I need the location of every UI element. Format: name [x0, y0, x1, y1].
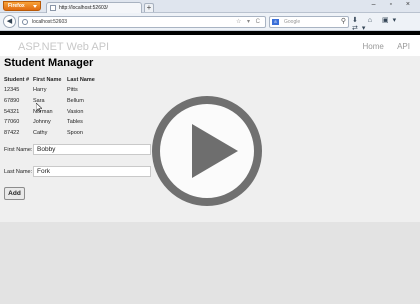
first-name-label: First Name:: [4, 147, 33, 153]
column-header: First Name: [33, 77, 62, 83]
table-cell: Pitts: [67, 87, 78, 94]
firefox-menu-label: Firefox: [8, 3, 25, 9]
table-row: 67890 Sara Bellum: [4, 96, 103, 107]
first-name-field[interactable]: Bobby: [33, 144, 151, 155]
mouse-pointer-icon: [36, 103, 42, 112]
last-name-label: Last Name:: [4, 169, 33, 175]
table-cell: Vasion: [67, 108, 84, 115]
table-row: 54321 Norman Vasion: [4, 106, 103, 117]
column-header: Last Name: [67, 77, 95, 83]
table-cell: 77060: [4, 119, 20, 126]
play-icon[interactable]: [150, 94, 264, 208]
page-footer-area: [0, 222, 420, 304]
table-header-row: Student # First Name Last Name: [4, 75, 103, 85]
nav-link-api[interactable]: API: [397, 42, 410, 51]
table-cell: Harry: [33, 87, 47, 94]
magnifier-icon[interactable]: ⚲: [341, 17, 346, 27]
students-table: Student # First Name Last Name 12345 Har…: [4, 75, 103, 138]
site-title[interactable]: ASP.NET Web API: [18, 41, 109, 53]
google-icon: 8: [272, 19, 279, 25]
last-name-field[interactable]: Fork: [33, 166, 151, 177]
table-row: 87422 Cathy Spoon: [4, 128, 103, 139]
site-nav: Home API: [352, 42, 410, 51]
table-cell: Spoon: [67, 130, 83, 137]
site-header: ASP.NET Web API Home API: [0, 35, 420, 56]
table-cell: Tables: [67, 119, 83, 126]
table-cell: 67890: [4, 98, 20, 105]
column-header: Student #: [4, 77, 30, 83]
table-cell: 12345: [4, 87, 20, 94]
browser-tab-strip: Firefox http://localhost:52603/ + – ▫ ×: [0, 0, 420, 13]
chevron-down-icon: [33, 5, 37, 8]
page-favicon-icon: [50, 5, 56, 11]
tab-title: http://localhost:52603/: [59, 5, 108, 11]
table-row: 77060 Johnny Tables: [4, 117, 103, 128]
address-url: localhost:52603: [32, 19, 68, 25]
new-tab-button[interactable]: +: [144, 3, 154, 12]
table-row: 12345 Harry Pitts: [4, 85, 103, 96]
browser-navigation-bar: ◀ localhost:52603 ☆ ▾ C 8 Google ⚲ ⬇ ⌂ ▣…: [0, 13, 420, 32]
table-cell: 54321: [4, 108, 20, 115]
browser-toolbar-icons[interactable]: ⬇ ⌂ ▣▾ ⇄▾: [352, 16, 420, 32]
firefox-menu-button[interactable]: Firefox: [3, 1, 41, 11]
address-bar-icons[interactable]: ☆ ▾ C: [236, 17, 262, 27]
search-placeholder: Google: [284, 19, 301, 25]
page-title: Student Manager: [4, 57, 94, 69]
table-cell: Johnny: [33, 119, 51, 126]
nav-link-home[interactable]: Home: [363, 42, 384, 51]
search-bar[interactable]: 8 Google ⚲: [269, 16, 349, 28]
table-cell: 87422: [4, 130, 20, 137]
browser-tab[interactable]: http://localhost:52603/: [46, 2, 142, 13]
table-cell: Bellum: [67, 98, 84, 105]
globe-icon: [22, 19, 28, 25]
address-bar[interactable]: localhost:52603 ☆ ▾ C: [18, 16, 266, 28]
back-arrow-icon: ◀: [6, 18, 13, 25]
window-controls[interactable]: – ▫ ×: [372, 1, 416, 8]
back-button[interactable]: ◀: [3, 15, 16, 28]
add-button[interactable]: Add: [4, 187, 25, 200]
table-cell: Cathy: [33, 130, 48, 137]
